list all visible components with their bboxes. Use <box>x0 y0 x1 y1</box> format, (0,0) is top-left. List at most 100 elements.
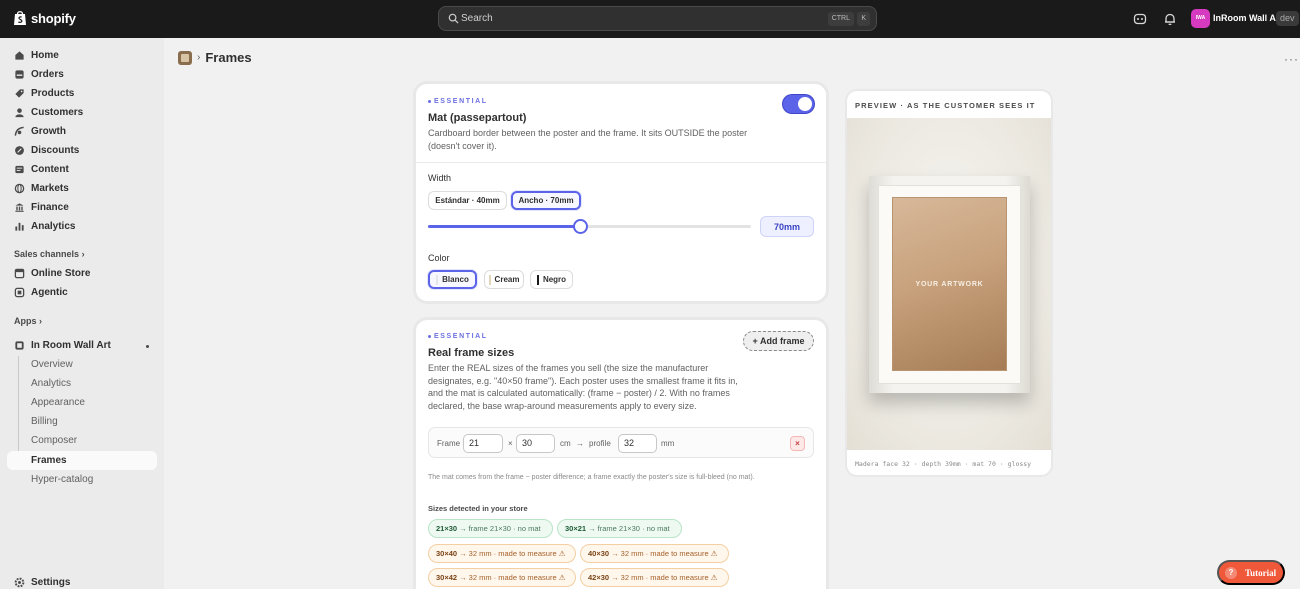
sidebar-subitem-appearance[interactable]: Appearance <box>7 393 157 412</box>
width-label: Width <box>428 173 452 183</box>
preview-specs: Madera face 32 · depth 39mm · mat 70 · g… <box>855 460 1032 468</box>
content-icon <box>14 164 25 175</box>
sidebar-item-finance[interactable]: Finance <box>7 198 157 217</box>
frame-height-input[interactable]: 30 <box>516 434 555 453</box>
sidebar-subitem-billing[interactable]: Billing <box>7 412 157 431</box>
sidebar-item-label: Growth <box>31 126 66 137</box>
person-icon <box>14 107 25 118</box>
sidebar-item-label: Markets <box>31 183 69 194</box>
sidebar-item-discounts[interactable]: Discounts <box>7 141 157 160</box>
sidebar-subitem-analytics[interactable]: Analytics <box>7 374 157 393</box>
more-actions-icon[interactable]: ··· <box>1284 52 1299 66</box>
profile-label: profile <box>589 439 611 448</box>
color-option-negro[interactable]: Negro <box>530 270 573 289</box>
store-avatar[interactable]: IWA <box>1191 9 1210 28</box>
sidebar-item-label: Finance <box>31 202 69 213</box>
search-icon <box>448 13 459 24</box>
home-icon <box>14 50 25 61</box>
profile-input[interactable]: 32 <box>618 434 657 453</box>
globe-icon <box>14 183 25 194</box>
times-sign: × <box>508 439 513 448</box>
color-option-label: Cream <box>494 275 520 284</box>
preview-title: PREVIEW · AS THE CUSTOMER SEES IT <box>855 101 1036 110</box>
top-bar: shopify Search CTRL K IWA InRoom Wall Ar… <box>0 0 1300 38</box>
shopify-logo[interactable]: shopify <box>13 10 76 26</box>
sidebar-item-products[interactable]: Products <box>7 84 157 103</box>
sidebar-item-growth[interactable]: Growth <box>7 122 157 141</box>
size-pill-size: 30×21 <box>565 524 587 533</box>
color-option-cream[interactable]: Cream <box>484 270 524 289</box>
sidebar-item-content[interactable]: Content <box>7 160 157 179</box>
color-swatch <box>488 274 491 285</box>
store-icon <box>14 268 25 279</box>
artwork-placeholder: YOUR ARTWORK <box>893 198 1006 370</box>
sidebar-item-label: Home <box>31 50 59 61</box>
color-option-blanco[interactable]: Blanco <box>428 270 477 289</box>
remove-frame-button[interactable]: × <box>790 436 805 451</box>
shopify-bag-icon <box>14 11 26 25</box>
sidebar-subitem-overview[interactable]: Overview <box>7 355 157 374</box>
sidebar-subitem-frames[interactable]: Frames <box>7 451 157 470</box>
preview-card: PREVIEW · AS THE CUSTOMER SEES IT YOUR A… <box>847 91 1051 475</box>
sidebar-item-label: Agentic <box>31 287 68 298</box>
width-slider-thumb[interactable] <box>572 219 588 234</box>
sidebar-subitem-hyper-catalog[interactable]: Hyper-catalog <box>7 470 157 489</box>
sidebar-item-markets[interactable]: Markets <box>7 179 157 198</box>
width-option-standard[interactable]: Estándar · 40mm <box>428 191 507 210</box>
size-pill[interactable]: 30×42 → 32 mm · made to measure ⚠ <box>428 568 576 587</box>
size-pill[interactable]: 30×40 → 32 mm · made to measure ⚠ <box>428 544 576 563</box>
sidebar-item-label: Orders <box>31 69 64 80</box>
sidebar-item-label: In Room Wall Art <box>31 340 111 351</box>
color-option-label: Blanco <box>442 275 469 284</box>
apps-label: Apps <box>14 316 37 326</box>
profile-unit: mm <box>661 439 675 448</box>
sidebar-item-agentic[interactable]: Agentic <box>7 283 157 302</box>
sales-channels-heading[interactable]: Sales channels › <box>14 249 85 259</box>
shortcut-ctrl-key: CTRL <box>827 12 854 26</box>
sidebar-item-label: Products <box>31 88 75 99</box>
size-pill[interactable]: 30×21 → frame 21×30 · no mat <box>557 519 682 538</box>
sidebar-item-settings[interactable]: Settings <box>7 573 157 589</box>
sidebar-subitem-composer[interactable]: Composer <box>7 431 157 450</box>
chart-icon <box>14 221 25 232</box>
apps-heading[interactable]: Apps › <box>14 316 42 326</box>
width-option-wide[interactable]: Ancho · 70mm <box>511 191 581 210</box>
sidebar-item-label: Discounts <box>31 145 80 156</box>
sidekick-icon[interactable] <box>1132 11 1148 27</box>
essential-label: ESSENTIAL <box>428 98 488 105</box>
bell-icon[interactable] <box>1162 11 1178 27</box>
chevron-right-icon: › <box>81 249 85 259</box>
size-pill[interactable]: 42×30 → 32 mm · made to measure ⚠ <box>580 568 729 587</box>
shortcut-k-key: K <box>857 12 870 26</box>
mat-enable-toggle[interactable] <box>783 95 814 113</box>
sidebar-item-in-room-wall-art[interactable]: In Room Wall Art <box>7 336 157 355</box>
tutorial-button[interactable]: ? Tutorial <box>1217 560 1285 585</box>
agent-icon <box>14 287 25 298</box>
size-pill[interactable]: 40×30 → 32 mm · made to measure ⚠ <box>580 544 729 563</box>
width-value-field[interactable]: 70mm <box>760 216 814 237</box>
sidebar-item-home[interactable]: Home <box>7 46 157 65</box>
size-pill-size: 40×30 <box>588 549 610 558</box>
size-pill[interactable]: 21×30 → frame 21×30 · no mat <box>428 519 553 538</box>
width-slider[interactable] <box>428 219 751 234</box>
search-bar[interactable]: Search CTRL K <box>438 6 877 31</box>
search-placeholder: Search <box>461 13 493 24</box>
frame-width-input[interactable]: 21 <box>463 434 503 453</box>
size-pill-detail: → 32 mm · made to measure ⚠ <box>459 573 566 582</box>
app-thumbnail-icon[interactable] <box>178 50 192 65</box>
logo-text: shopify <box>31 10 76 26</box>
width-slider-fill <box>428 225 580 228</box>
breadcrumb-separator: › <box>197 52 201 63</box>
sidebar-item-analytics[interactable]: Analytics <box>7 217 157 236</box>
page-title: Frames <box>205 50 252 65</box>
sidebar-item-customers[interactable]: Customers <box>7 103 157 122</box>
store-name[interactable]: InRoom Wall Art <box>1213 13 1282 23</box>
sidebar-item-online-store[interactable]: Online Store <box>7 264 157 283</box>
artwork-label: YOUR ARTWORK <box>915 280 984 288</box>
sidebar-item-orders[interactable]: Orders <box>7 65 157 84</box>
app-icon <box>14 340 25 351</box>
mat-card-description: Cardboard border between the poster and … <box>428 128 748 151</box>
pin-indicator <box>146 345 149 348</box>
add-frame-button[interactable]: + Add frame <box>743 331 814 351</box>
tag-icon <box>14 88 25 99</box>
